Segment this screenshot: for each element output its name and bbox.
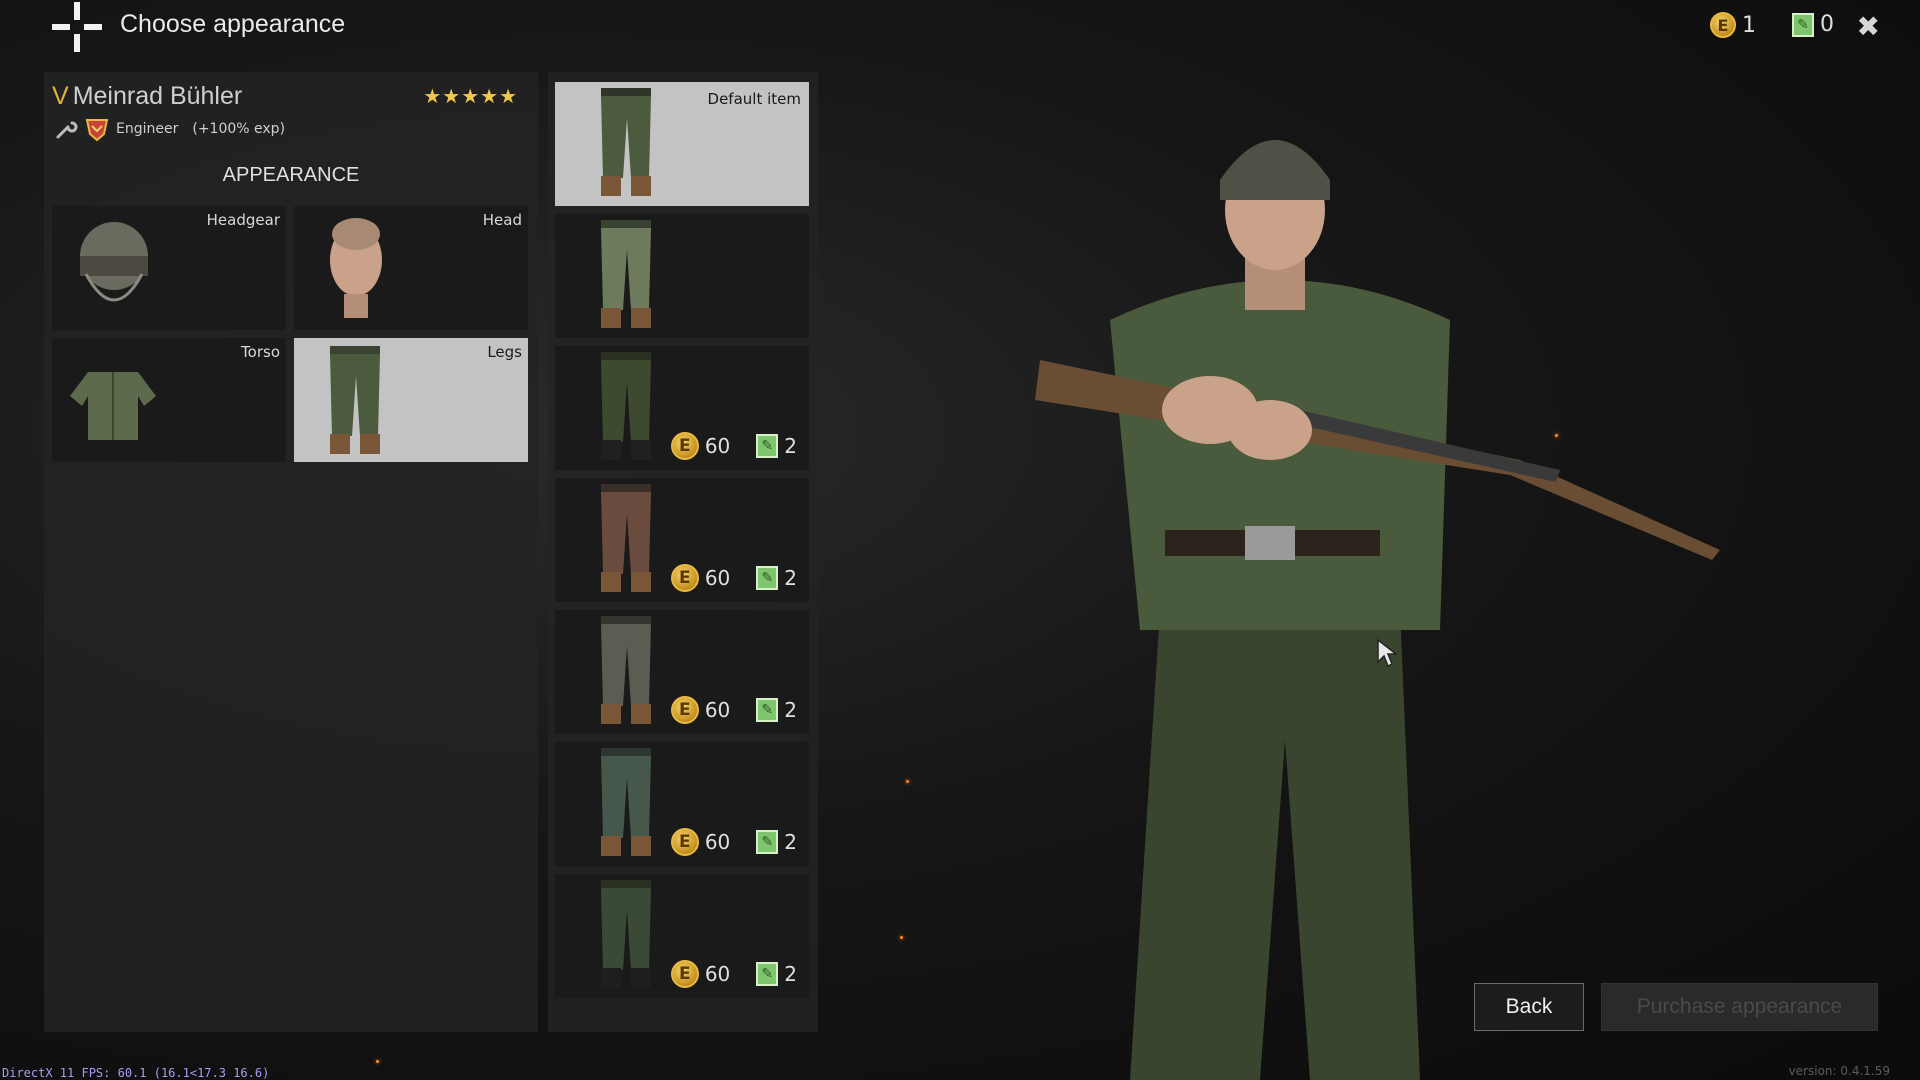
soldier-panel: V Meinrad Bühler ★★★★★ Engineer (+100% ex… [44,72,538,1032]
item-trousers-dark-green[interactable]: E 60 ✎ 2 [555,346,809,470]
price-orders: 2 [784,698,797,722]
ember-particle [1555,434,1558,437]
coin-icon: E [670,696,699,724]
wrench-icon [56,121,78,139]
orders-currency: ✎ 0 [1792,12,1834,37]
order-ticket-icon: ✎ [756,566,779,590]
price-orders: 2 [784,434,797,458]
back-button[interactable]: Back [1474,983,1584,1031]
coin-icon: E [670,828,699,856]
order-ticket-icon: ✎ [1792,12,1814,37]
trousers-icon [330,346,380,454]
ember-particle [900,936,903,939]
trousers-icon [601,484,651,592]
soldier-name-text: Meinrad Bühler [72,82,243,110]
ember-particle [376,1060,379,1063]
trousers-icon [601,352,651,460]
head-icon [330,218,382,318]
item-price: E 60 ✎ 2 [670,696,797,724]
order-ticket-icon: ✎ [756,698,779,722]
price-coins: 60 [704,434,731,458]
ember-particle [906,780,909,783]
trousers-icon [601,220,651,328]
top-bar: Choose appearance E 1 ✎ 0 ✖ [0,0,1920,52]
class-row: Engineer (+100% exp) [54,116,285,142]
silver-count: 1 [1742,12,1756,38]
item-trousers-grey[interactable]: E 60 ✎ 2 [555,610,809,734]
purchase-appearance-button[interactable]: Purchase appearance [1601,983,1878,1031]
item-list-panel: Default item E 60 ✎ 2 E 60 ✎ 2 E 60 ✎ 2 [548,72,818,1032]
coin-icon: E [1710,12,1736,38]
slot-head[interactable]: Head [294,206,528,330]
default-item-label: Default item [707,90,801,108]
mouse-cursor-icon [1377,638,1398,668]
rating-stars: ★★★★★ [423,84,518,108]
price-coins: 60 [704,566,731,590]
fps-counter: DirectX 11 FPS: 60.1 (16.1<17.3 16.6) [2,1066,270,1080]
iron-cross-logo-icon [52,2,102,52]
rank-badge: V [52,82,69,110]
slot-label: Head [482,211,522,229]
item-trousers-teal[interactable]: E 60 ✎ 2 [555,742,809,866]
engineer-badge-icon [85,119,109,142]
slot-torso[interactable]: Torso [52,338,286,462]
slot-label: Headgear [206,211,280,229]
price-orders: 2 [784,566,797,590]
price-coins: 60 [704,830,731,854]
appearance-title: APPEARANCE [222,164,360,186]
jacket-icon [70,372,156,440]
helmet-icon [80,222,148,302]
version-label: version: 0.4.1.59 [1788,1064,1890,1078]
price-coins: 60 [704,698,731,722]
coin-icon: E [670,960,699,988]
item-price: E 60 ✎ 2 [670,432,797,460]
item-trousers-olive-boots[interactable]: E 60 ✎ 2 [555,874,809,998]
page-title: Choose appearance [120,10,346,38]
slot-label: Legs [487,343,522,361]
coin-icon: E [670,432,699,460]
price-orders: 2 [784,830,797,854]
coin-icon: E [670,564,699,592]
soldier-preview[interactable] [1000,90,1880,1080]
trousers-icon [601,88,651,196]
item-price: E 60 ✎ 2 [670,828,797,856]
orders-count: 0 [1820,12,1834,37]
soldier-name: V Meinrad Bühler [52,82,242,111]
trousers-icon [601,748,651,856]
order-ticket-icon: ✎ [756,962,779,986]
close-icon[interactable]: ✖ [1857,10,1880,43]
silver-currency: E 1 [1710,12,1756,38]
trousers-icon [601,616,651,724]
item-price: E 60 ✎ 2 [670,960,797,988]
trousers-icon [601,880,651,988]
slot-headgear[interactable]: Headgear [52,206,286,330]
item-trousers-camo[interactable] [555,214,809,338]
slot-legs[interactable]: Legs [294,338,528,462]
exp-bonus: (+100% exp) [192,121,286,137]
price-coins: 60 [704,962,731,986]
slot-label: Torso [241,343,280,361]
class-name: Engineer [116,121,179,137]
item-price: E 60 ✎ 2 [670,564,797,592]
order-ticket-icon: ✎ [756,434,779,458]
item-trousers-brown-camo[interactable]: E 60 ✎ 2 [555,478,809,602]
price-orders: 2 [784,962,797,986]
order-ticket-icon: ✎ [756,830,779,854]
item-trousers-default[interactable]: Default item [555,82,809,206]
